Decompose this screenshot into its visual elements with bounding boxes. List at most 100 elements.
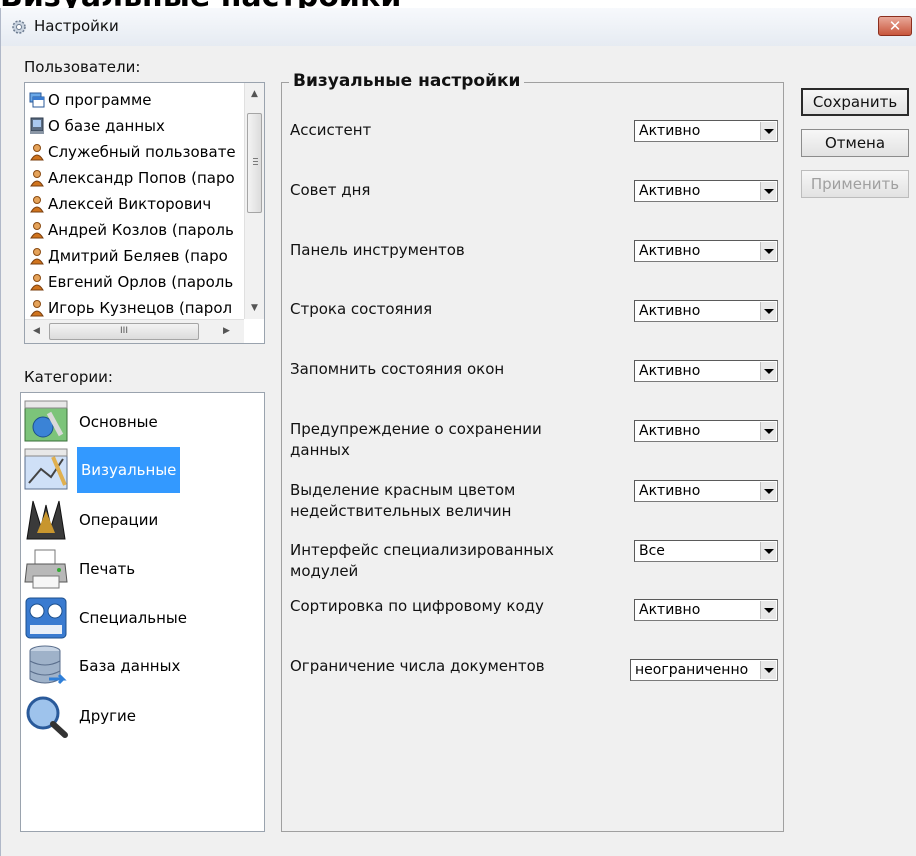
user-icon xyxy=(29,169,45,187)
list-item-label: Александр Попов (паро xyxy=(48,169,235,187)
special-modules-select[interactable]: Все xyxy=(634,540,778,562)
category-label: Другие xyxy=(79,707,136,725)
list-item-user[interactable]: Дмитрий Беляев (паро xyxy=(29,244,235,268)
select-value: Активно xyxy=(639,483,701,499)
title-bar[interactable]: Настройки ✕ xyxy=(1,8,916,46)
option-label-save-warning: Предупреждение о сохранении данных xyxy=(290,420,542,459)
select-value: Активно xyxy=(639,423,701,439)
list-item-label: Игорь Кузнецов (парол xyxy=(48,299,233,317)
scroll-up-arrow-icon[interactable]: ▲ xyxy=(251,89,258,99)
list-item-user[interactable]: Алексей Викторович xyxy=(29,192,235,216)
scroll-right-arrow-icon[interactable]: ▶ xyxy=(223,326,230,336)
toolbar-select[interactable]: Активно xyxy=(634,240,778,262)
assistant-select[interactable]: Активно xyxy=(634,120,778,142)
chevron-down-icon[interactable] xyxy=(760,601,776,619)
category-label: Специальные xyxy=(79,609,187,627)
category-database[interactable]: База данных xyxy=(23,643,263,689)
operations-icon xyxy=(23,497,69,543)
user-icon xyxy=(29,143,45,161)
category-special[interactable]: Специальные xyxy=(23,595,263,641)
window-state-select[interactable]: Активно xyxy=(634,360,778,382)
list-item-label: Алексей Викторович xyxy=(48,195,212,213)
magnifier-icon xyxy=(23,693,69,739)
users-vertical-scrollbar[interactable]: ▲ ▼ xyxy=(244,83,264,319)
scroll-left-arrow-icon[interactable]: ◀ xyxy=(33,326,40,336)
option-label-statusbar: Строка состояния xyxy=(290,300,433,318)
select-value: Активно xyxy=(639,123,701,139)
users-label: Пользователи: xyxy=(24,58,141,76)
option-label-special-modules: Интерфейс специализированных модулей xyxy=(290,541,554,580)
hscroll-thumb[interactable]: III xyxy=(49,323,199,340)
list-item-user[interactable]: Игорь Кузнецов (парол xyxy=(29,296,235,320)
category-operations[interactable]: Операции xyxy=(23,497,263,543)
cancel-button[interactable]: Отмена xyxy=(801,129,909,157)
list-item-about[interactable]: О программе xyxy=(29,88,235,112)
select-value: Активно xyxy=(639,183,701,199)
save-warning-select[interactable]: Активно xyxy=(634,420,778,442)
list-item-db[interactable]: О базе данных xyxy=(29,114,235,138)
categories-list[interactable]: Основные Визуальные Операции Печать Спец… xyxy=(20,392,265,832)
list-item-label: Служебный пользовате xyxy=(48,143,235,161)
list-item-user[interactable]: Евгений Орлов (пароль xyxy=(29,270,235,294)
list-item-user[interactable]: Служебный пользовате xyxy=(29,140,235,164)
scroll-down-arrow-icon[interactable]: ▼ xyxy=(251,303,258,313)
option-label-digit-sort: Сортировка по цифровому коду xyxy=(290,597,544,615)
chevron-down-icon[interactable] xyxy=(760,302,776,320)
category-label: Основные xyxy=(79,413,158,431)
select-value: Активно xyxy=(639,363,701,379)
grip-line xyxy=(253,164,258,165)
users-horizontal-scrollbar[interactable]: ◀ III ▶ xyxy=(25,319,244,343)
list-item-label: Евгений Орлов (пароль xyxy=(48,273,234,291)
select-value: Все xyxy=(639,543,665,559)
visual-settings-icon xyxy=(23,447,69,493)
chevron-down-icon[interactable] xyxy=(760,422,776,440)
chevron-down-icon[interactable] xyxy=(760,122,776,140)
window-title: Настройки xyxy=(34,17,119,35)
digit-sort-select[interactable]: Активно xyxy=(634,599,778,621)
category-label: Печать xyxy=(79,560,136,578)
grip-line xyxy=(253,158,258,159)
list-item-user[interactable]: Андрей Козлов (пароль xyxy=(29,218,235,242)
printer-icon xyxy=(23,546,69,592)
chevron-down-icon[interactable] xyxy=(760,482,776,500)
main-settings-icon xyxy=(23,399,69,445)
users-list[interactable]: О программе О базе данных Служебный поль… xyxy=(24,82,265,344)
category-visual[interactable]: Визуальные xyxy=(23,447,263,493)
category-print[interactable]: Печать xyxy=(23,546,263,592)
save-button[interactable]: Сохранить xyxy=(801,88,909,116)
list-item-user[interactable]: Александр Попов (паро xyxy=(29,166,235,190)
category-other[interactable]: Другие xyxy=(23,693,263,739)
chevron-down-icon[interactable] xyxy=(760,242,776,260)
about-icon xyxy=(29,91,45,109)
group-title: Визуальные настройки xyxy=(289,71,525,91)
chevron-down-icon[interactable] xyxy=(760,661,776,679)
doc-limit-select[interactable]: неограниченно xyxy=(630,659,778,681)
chevron-down-icon[interactable] xyxy=(760,182,776,200)
category-label: Операции xyxy=(79,511,159,529)
statusbar-select[interactable]: Активно xyxy=(634,300,778,322)
option-label-doc-limit: Ограничение числа документов xyxy=(290,657,545,675)
scroll-thumb[interactable] xyxy=(247,113,262,213)
option-label-window-state: Запомнить состояния окон xyxy=(290,360,505,378)
category-main[interactable]: Основные xyxy=(23,399,263,445)
list-item-label: Дмитрий Беляев (паро xyxy=(48,247,228,265)
chevron-down-icon[interactable] xyxy=(760,362,776,380)
user-icon xyxy=(29,195,45,213)
user-icon xyxy=(29,273,45,291)
special-settings-icon xyxy=(23,595,69,641)
red-invalid-select[interactable]: Активно xyxy=(634,480,778,502)
option-label-tip: Совет дня xyxy=(290,181,371,199)
user-icon xyxy=(29,247,45,265)
select-value: Активно xyxy=(639,602,701,618)
category-label: База данных xyxy=(79,657,181,675)
grip-line xyxy=(253,161,258,162)
apply-button[interactable]: Применить xyxy=(801,170,909,198)
chevron-down-icon[interactable] xyxy=(760,542,776,560)
database-icon xyxy=(29,117,45,135)
option-label-assistant: Ассистент xyxy=(290,121,372,139)
close-button[interactable]: ✕ xyxy=(878,16,912,36)
select-value: Активно xyxy=(639,303,701,319)
list-item-label: О базе данных xyxy=(48,117,165,135)
tip-of-day-select[interactable]: Активно xyxy=(634,180,778,202)
user-icon xyxy=(29,299,45,317)
